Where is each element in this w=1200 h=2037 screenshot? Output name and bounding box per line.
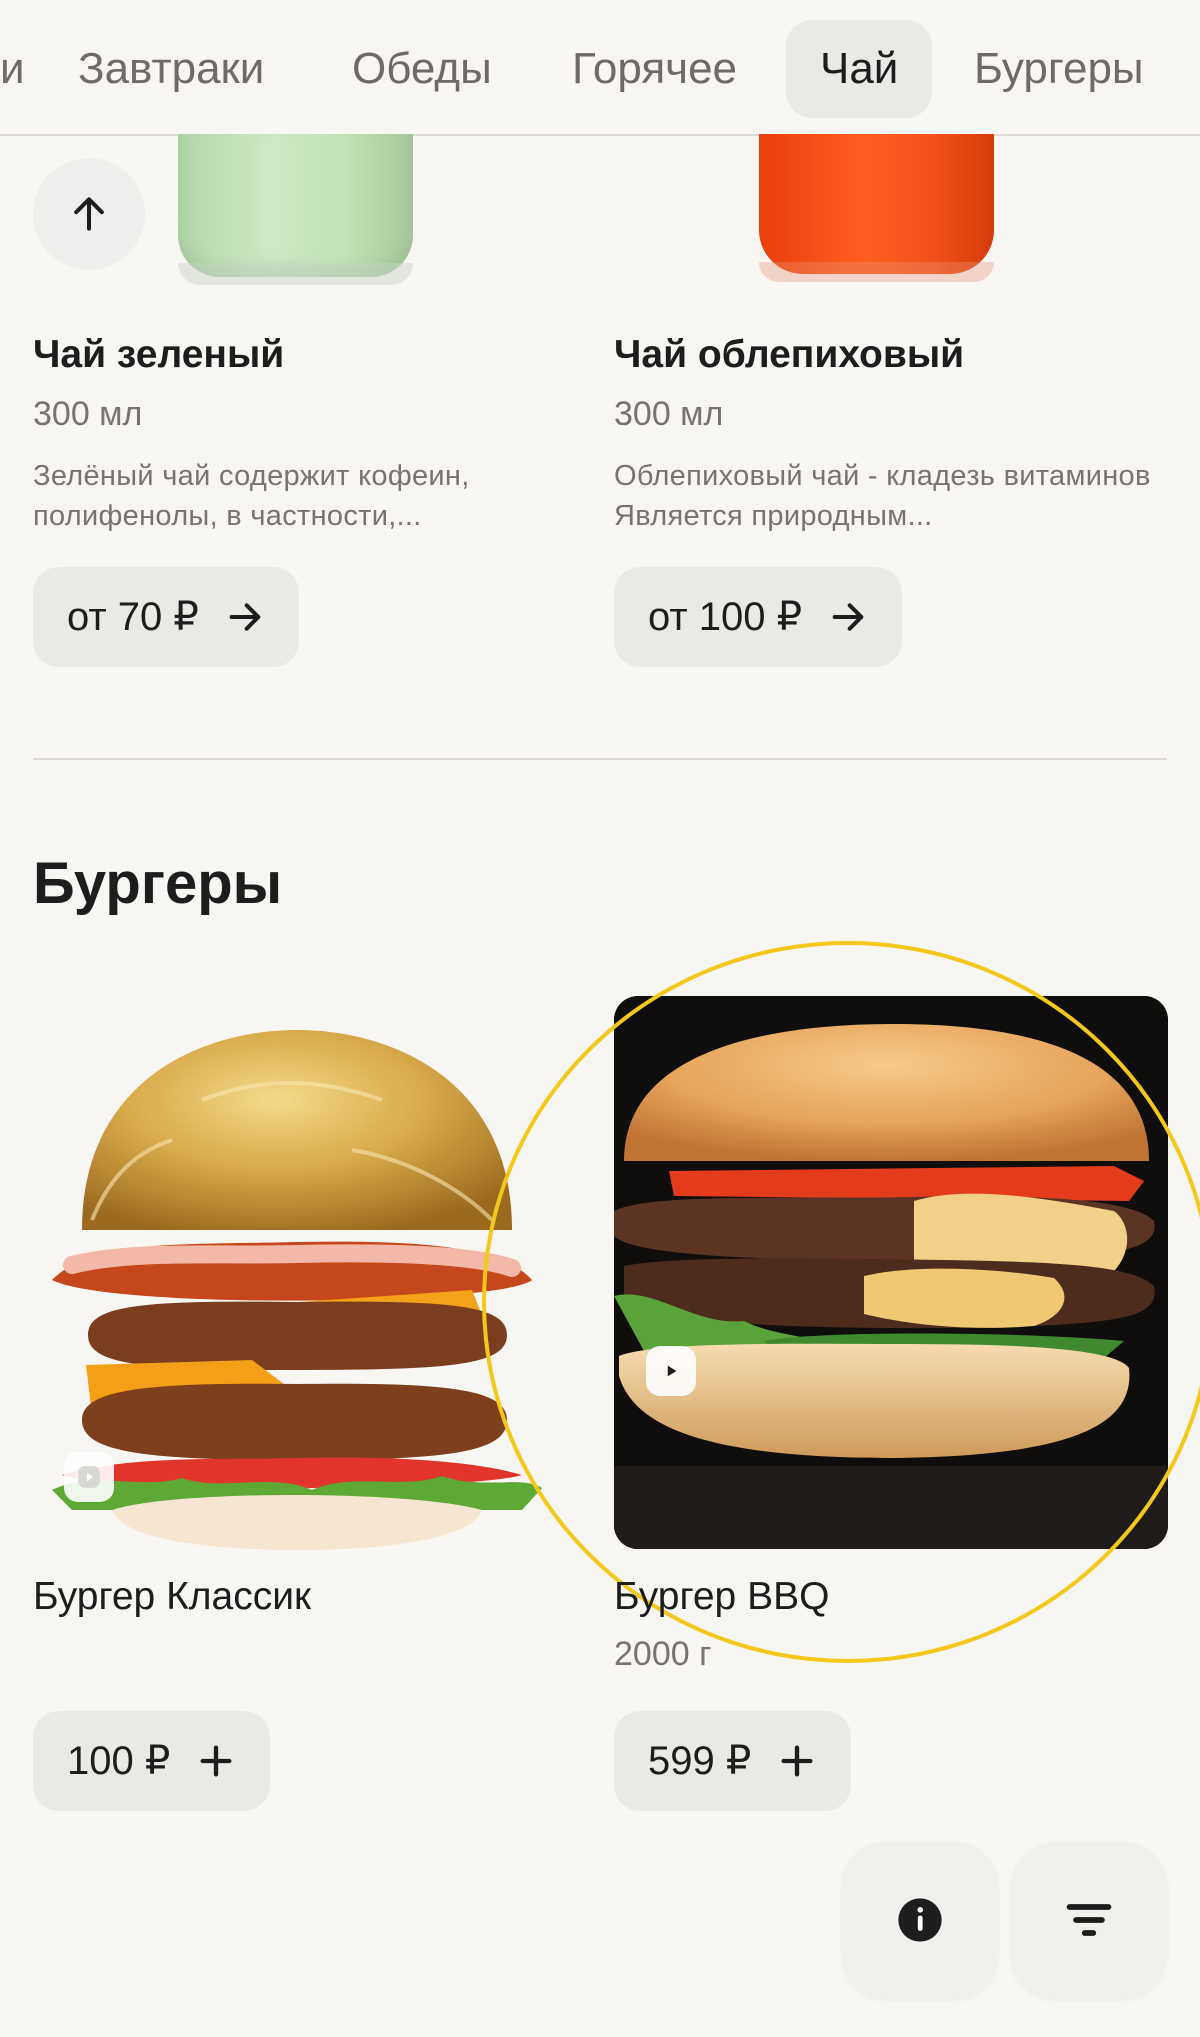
tab-breakfasts[interactable]: Завтраки <box>44 20 298 118</box>
price-label: от 100 ₽ <box>648 595 803 639</box>
product-description: Облепиховый чай - кладезь витаминов Явля… <box>614 460 1151 532</box>
info-button[interactable] <box>842 1842 998 1998</box>
burger-classic-image[interactable] <box>52 1020 542 1550</box>
filter-button[interactable] <box>1011 1842 1167 1998</box>
tab-burgers[interactable]: Бургеры <box>940 20 1178 118</box>
section-title-burgers: Бургеры <box>33 851 283 916</box>
play-icon <box>667 1365 677 1377</box>
tab-tea[interactable]: Чай <box>786 20 933 118</box>
arrow-right-icon <box>832 603 864 631</box>
section-divider <box>33 758 1167 760</box>
filter-icon <box>1066 1904 1112 1936</box>
price-label: от 70 ₽ <box>67 595 199 639</box>
video-badge[interactable] <box>64 1452 114 1502</box>
price-label: 100 ₽ <box>67 1739 171 1783</box>
price-button[interactable]: от 70 ₽ <box>33 567 299 667</box>
tab-lunches[interactable]: Обеды <box>318 20 526 118</box>
product-name: Чай зеленый <box>33 333 285 376</box>
price-label: 599 ₽ <box>648 1739 752 1783</box>
product-weight: 2000 г <box>614 1635 712 1673</box>
green-tea-image[interactable] <box>178 134 413 285</box>
category-nav: и Завтраки Обеды Горячее Чай Бургеры <box>0 0 1200 136</box>
product-name: Чай облепиховый <box>614 333 965 376</box>
price-button[interactable]: от 100 ₽ <box>614 567 903 667</box>
play-icon <box>78 1466 100 1488</box>
arrow-up-icon <box>74 197 104 231</box>
video-badge[interactable] <box>646 1346 696 1396</box>
scroll-up-button[interactable] <box>33 158 145 270</box>
burger-classic-illustration <box>52 1030 542 1550</box>
tab-hot[interactable]: Горячее <box>538 20 771 118</box>
plus-icon <box>200 1745 232 1777</box>
product-description: Зелёный чай содержит кофеин, полифенолы,… <box>33 460 470 532</box>
add-to-cart-button[interactable]: 599 ₽ <box>614 1711 852 1811</box>
product-weight: 300 мл <box>33 395 143 433</box>
product-name: Бургер Классик <box>33 1575 312 1618</box>
sea-buckthorn-tea-image[interactable] <box>759 134 994 282</box>
burger-bbq-image[interactable] <box>614 996 1168 1549</box>
add-to-cart-button[interactable]: 100 ₽ <box>33 1711 271 1811</box>
burger-bbq-illustration <box>614 996 1168 1549</box>
product-weight: 300 мл <box>614 395 724 433</box>
product-name: Бургер BBQ <box>614 1575 830 1618</box>
arrow-right-icon <box>229 603 261 631</box>
info-icon <box>898 1898 942 1942</box>
plus-icon <box>781 1745 813 1777</box>
